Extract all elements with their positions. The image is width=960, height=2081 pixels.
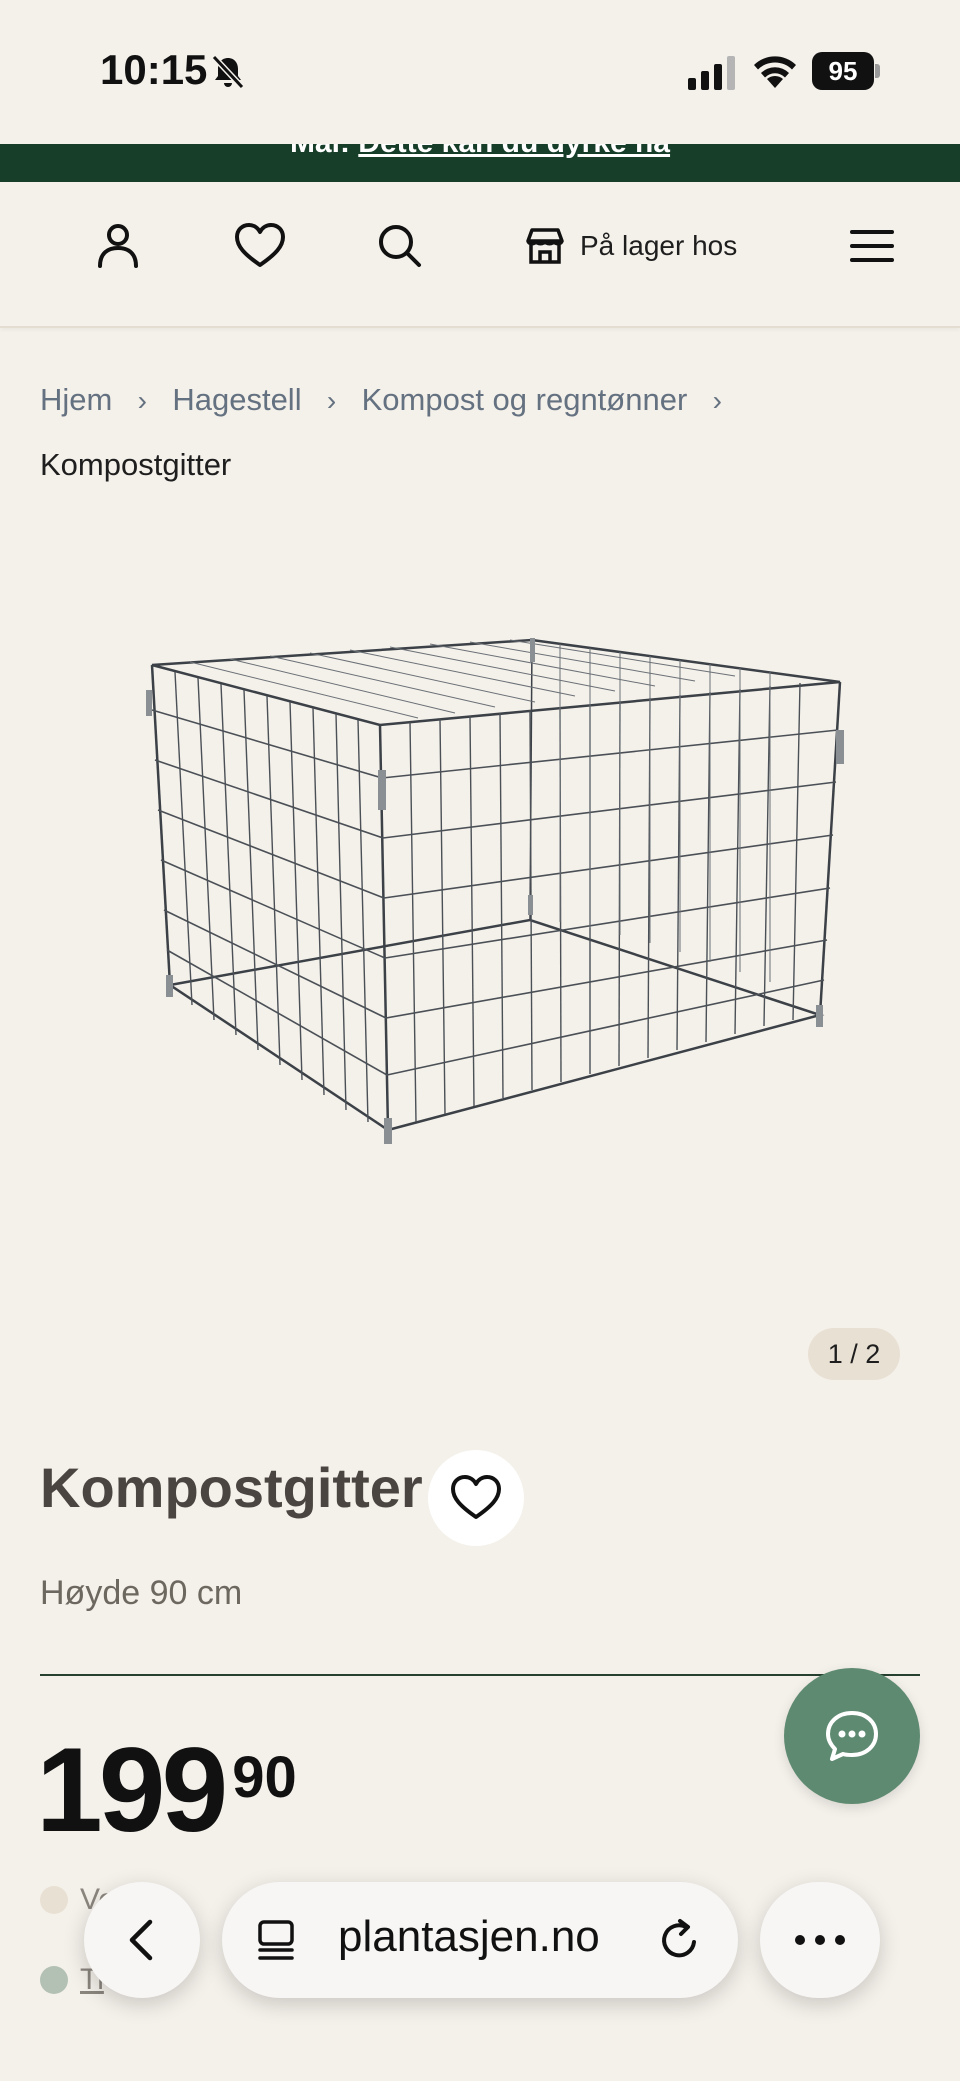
price-decimals: 90 <box>232 1745 297 1810</box>
url-text: plantasjen.no <box>338 1912 600 1961</box>
product-subtitle: Høyde 90 cm <box>40 1574 243 1612</box>
breadcrumb-hagestell[interactable]: Hagestell <box>172 382 301 417</box>
chevron-right-icon: › <box>137 385 147 416</box>
breadcrumb-kompost[interactable]: Kompost og regntønner <box>362 382 688 417</box>
chevron-right-icon: › <box>712 385 722 416</box>
heart-icon <box>451 1475 501 1519</box>
chevron-right-icon: › <box>326 385 337 416</box>
product-title: Kompostgitter <box>40 1456 423 1519</box>
status-time: 10:15 <box>100 46 208 93</box>
heart-icon[interactable] <box>232 218 288 274</box>
browser-back-button[interactable] <box>84 1882 200 1998</box>
promo-link[interactable]: Dette kan du dyrke nå <box>358 144 670 159</box>
search-icon[interactable] <box>372 218 428 274</box>
nav-bar: På lager hos <box>0 182 960 328</box>
back-icon <box>129 1919 153 1961</box>
bell-slash-icon <box>211 54 245 90</box>
promo-text[interactable]: Mai: Dette kan du dyrke nå <box>0 144 960 160</box>
more-icon <box>795 1935 845 1945</box>
wifi-icon <box>754 56 796 88</box>
price-main: 199 <box>36 1723 228 1857</box>
chat-icon <box>826 1711 878 1761</box>
price: 199 90 <box>36 1730 297 1850</box>
breadcrumb-home[interactable]: Hjem <box>40 382 112 417</box>
wishlist-button[interactable] <box>428 1450 524 1546</box>
promo-prefix: Mai: <box>290 144 350 159</box>
store-icon <box>526 228 564 264</box>
image-counter: 1 / 2 <box>808 1328 900 1380</box>
tabs-icon[interactable] <box>252 1916 300 1964</box>
menu-icon[interactable] <box>844 218 900 274</box>
status-bar: 10:15 95 <box>0 0 960 144</box>
store-label: På lager hos <box>580 230 738 261</box>
promo-banner[interactable]: Mai: Dette kan du dyrke nå <box>0 144 960 182</box>
divider <box>40 1674 920 1676</box>
status-dot <box>40 1966 68 1994</box>
breadcrumb: Hjem › Hagestell › Kompost og regntønner › Ko… <box>40 368 920 497</box>
reload-icon[interactable] <box>656 1916 704 1964</box>
breadcrumb-current: Kompostgitter <box>40 447 232 482</box>
signal-icon <box>688 56 735 90</box>
chat-button[interactable] <box>784 1668 920 1804</box>
browser-more-button[interactable] <box>760 1882 880 1998</box>
battery-icon: 95 <box>812 52 880 90</box>
store-availability-link[interactable]: På lager hos <box>524 218 737 274</box>
account-icon[interactable] <box>90 218 146 274</box>
status-dot <box>40 1886 68 1914</box>
url-bar[interactable]: plantasjen.no <box>222 1882 738 1998</box>
product-image[interactable] <box>130 610 850 1230</box>
battery-level: 95 <box>812 52 874 90</box>
